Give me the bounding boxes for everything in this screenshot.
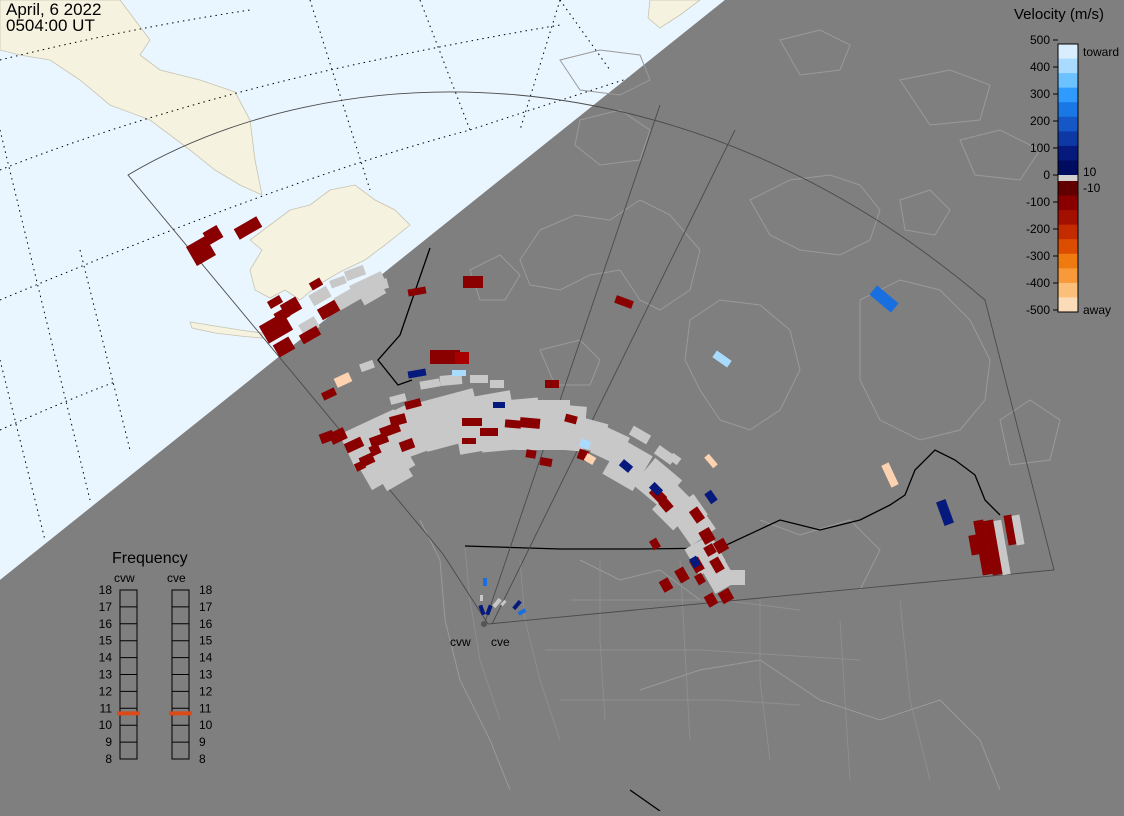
frequency-level-left: 8 — [105, 752, 112, 766]
scatter-cell — [519, 417, 541, 429]
frequency-level-right: 8 — [199, 752, 206, 766]
colorbar-tick-label: -200 — [1026, 222, 1050, 236]
velocity-colorbar — [1057, 43, 1079, 313]
colorbar-tick-label: 0 — [1043, 168, 1050, 182]
colorbar-tick-label: -500 — [1026, 303, 1050, 317]
velocity-title: Velocity (m/s) — [1014, 6, 1105, 23]
scatter-cell — [452, 370, 466, 376]
scatter-cell — [730, 570, 745, 585]
frequency-level-right: 15 — [199, 634, 213, 648]
frequency-title: Frequency — [112, 550, 188, 567]
frequency-level-right: 18 — [199, 583, 213, 597]
colorbar-tick-label: 100 — [1030, 141, 1050, 155]
colorbar-tick-label: 200 — [1030, 114, 1050, 128]
frequency-level-left: 15 — [99, 634, 113, 648]
radar-label-cve: cve — [491, 635, 510, 649]
datetime-label: April, 6 2022 0504:00 UT — [6, 1, 101, 35]
frequency-level-right: 16 — [199, 617, 213, 631]
scatter-cell — [525, 449, 537, 459]
colorbar-label-toward: toward — [1083, 45, 1119, 59]
frequency-marker — [169, 711, 192, 716]
time-text: 0504:00 UT — [6, 16, 95, 35]
frequency-level-left: 12 — [99, 684, 113, 698]
scatter-cell — [504, 419, 522, 429]
frequency-level-right: 14 — [199, 651, 213, 665]
frequency-level-right: 13 — [199, 668, 213, 682]
frequency-level-left: 18 — [99, 583, 113, 597]
frequency-level-left: 16 — [99, 617, 113, 631]
frequency-radar-cvw: cvw — [114, 571, 135, 585]
map-canvas: cvw cve 500 400 300 200 100 0 -100 -200 -300 -400… — [0, 0, 1124, 812]
frequency-level-left: 13 — [99, 668, 113, 682]
radar-site-marker — [481, 621, 487, 627]
colorbar-label-neg10: -10 — [1083, 181, 1101, 195]
frequency-level-right: 9 — [199, 735, 206, 749]
scatter-cell — [463, 276, 483, 288]
frequency-radar-cve: cve — [167, 571, 186, 585]
colorbar-label-pos10: 10 — [1083, 165, 1097, 179]
scatter-cell — [490, 380, 504, 388]
scatter-cell — [493, 402, 505, 408]
frequency-level-left: 11 — [100, 701, 113, 715]
frequency-marker — [117, 711, 140, 716]
scatter-cell — [462, 438, 476, 444]
frequency-level-right: 10 — [199, 718, 213, 732]
scatter-cell — [462, 418, 482, 426]
colorbar-tick-label: 300 — [1030, 87, 1050, 101]
radar-velocity-map: cvw cve 500 400 300 200 100 0 -100 -200 -300 -400… — [0, 0, 1124, 812]
frequency-level-left: 10 — [99, 718, 113, 732]
frequency-level-right: 17 — [199, 600, 213, 614]
frequency-level-left: 9 — [105, 735, 112, 749]
scatter-cell — [470, 375, 488, 383]
colorbar-tick-label: 500 — [1030, 33, 1050, 47]
frequency-level-right: 12 — [199, 684, 213, 698]
scatter-cell — [480, 595, 483, 601]
frequency-level-right: 11 — [199, 701, 212, 715]
colorbar-tick-label: -300 — [1026, 249, 1050, 263]
radar-label-cvw: cvw — [450, 635, 471, 649]
colorbar-tick-label: 400 — [1030, 60, 1050, 74]
scatter-cell — [483, 578, 487, 586]
frequency-level-left: 17 — [99, 600, 113, 614]
scatter-cell — [545, 380, 559, 388]
colorbar-tick-label: -100 — [1026, 195, 1050, 209]
scatter-cell — [455, 352, 469, 364]
scatter-cell — [480, 428, 498, 436]
frequency-level-left: 14 — [99, 651, 113, 665]
colorbar-label-away: away — [1083, 303, 1111, 317]
colorbar-tick-label: -400 — [1026, 276, 1050, 290]
